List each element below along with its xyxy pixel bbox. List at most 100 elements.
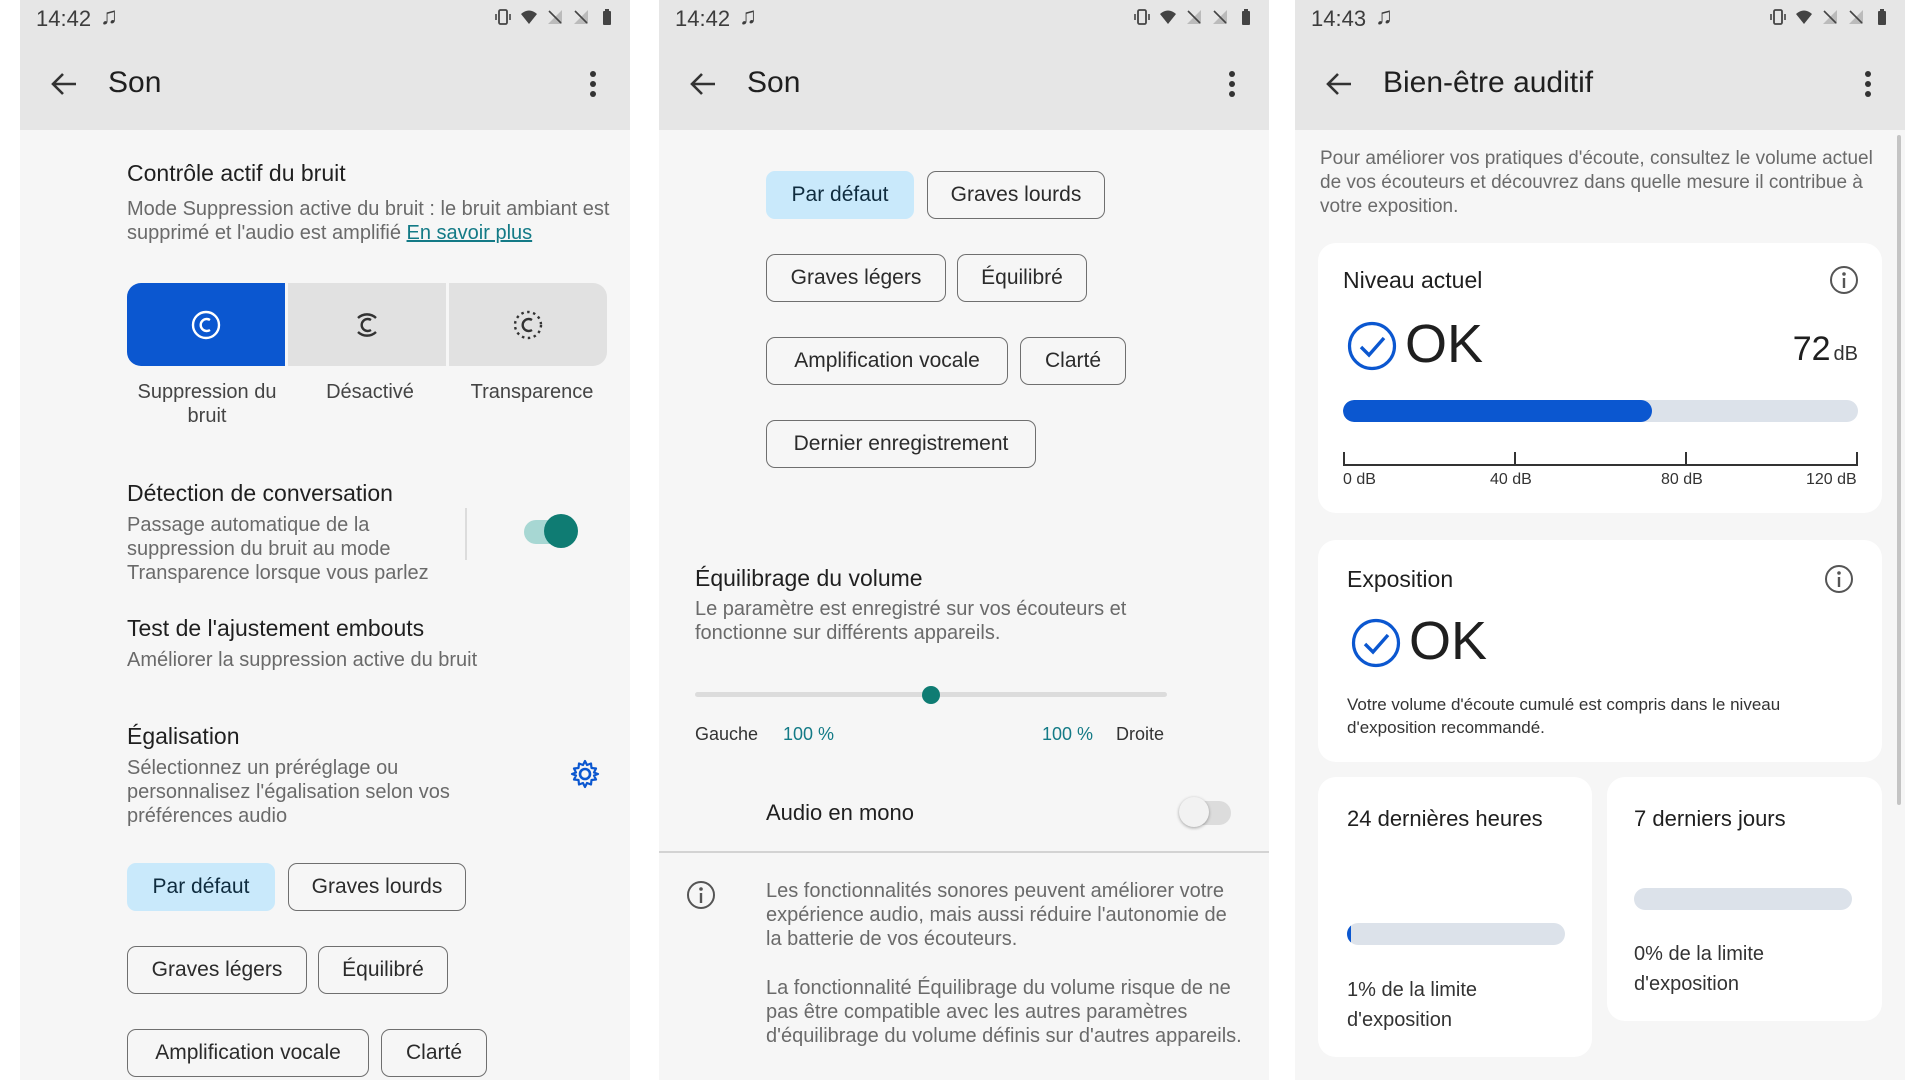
wifi-icon (1159, 8, 1177, 26)
exposure-title: Exposition (1347, 566, 1454, 592)
panel-sound-settings: 14:42 ♫ Son Contrôle actif du bruit Mode… (20, 0, 630, 1080)
no-signal-icon (1847, 8, 1865, 26)
status-bar: 14:42 ♫ (659, 0, 1269, 38)
toggle-knob (544, 514, 578, 548)
level-scale-label: 80 dB (1661, 471, 1703, 488)
music-note-icon: ♫ (100, 3, 118, 30)
eq-chip-light-bass[interactable]: Graves légers (766, 254, 946, 302)
scrollbar[interactable] (1897, 135, 1901, 805)
mode-off-button[interactable] (288, 283, 446, 366)
battery-icon (1237, 8, 1255, 26)
status-time: 14:42 (36, 6, 92, 31)
mode-label-transparency: Transparence (470, 381, 594, 403)
back-arrow-icon[interactable] (46, 66, 82, 102)
mode-noise-cancel-button[interactable] (127, 283, 285, 366)
equalizer-description: Sélectionnez un préréglage ou personnali… (127, 757, 450, 827)
balance-left-label: Gauche (695, 724, 759, 744)
vibrate-icon (494, 8, 512, 26)
status-time: 14:42 (675, 6, 731, 31)
wifi-icon (1795, 8, 1813, 26)
exposure-status: OK (1409, 611, 1488, 671)
current-level-title: Niveau actuel (1343, 267, 1483, 293)
info-text-compatibility: La fonctionnalité Équilibrage du volume … (766, 977, 1242, 1047)
info-text-battery: Les fonctionnalités sonores peuvent amél… (766, 880, 1227, 950)
no-signal-icon (546, 8, 564, 26)
anc-off-icon (357, 312, 377, 337)
no-signal-icon (572, 8, 590, 26)
mono-audio-label: Audio en mono (766, 800, 914, 825)
last-24h-card: 24 dernières heures 1% de la limite d'ex… (1318, 777, 1592, 1057)
panel-hearing-wellbeing: 14:43 ♫ Bien-être auditif Pour améliorer… (1295, 0, 1905, 1080)
conversation-detection-toggle[interactable] (524, 514, 578, 548)
mono-audio-toggle[interactable] (1179, 797, 1231, 827)
balance-right-label: Droite (1116, 724, 1165, 744)
balance-right-value: 100 % (1042, 724, 1094, 744)
balance-slider-thumb[interactable] (922, 686, 940, 704)
anc-description: Mode Suppression active du bruit : le br… (127, 198, 610, 244)
app-bar: Bien-être auditif (1295, 38, 1905, 130)
more-options-icon[interactable] (1217, 66, 1247, 102)
vertical-divider (465, 508, 467, 560)
back-arrow-icon[interactable] (685, 66, 721, 102)
exposure-description: Votre volume d'écoute cumulé est compris… (1347, 695, 1781, 737)
battery-icon (1873, 8, 1891, 26)
eq-chip-last-saved[interactable]: Dernier enregistrement (766, 420, 1036, 468)
last-7-days-card: 7 derniers jours 0% de la limite d'expos… (1607, 777, 1882, 1021)
conversation-detection-description: Passage automatique de la suppression du… (127, 514, 429, 584)
battery-icon (598, 8, 616, 26)
eq-chip-clarity[interactable]: Clarté (381, 1029, 487, 1077)
last-24h-bar (1347, 923, 1565, 945)
eq-chip-heavy-bass[interactable]: Graves lourds (288, 863, 466, 911)
current-level-bar (1343, 400, 1858, 422)
status-time: 14:43 (1311, 6, 1367, 31)
info-icon[interactable] (1828, 264, 1860, 296)
music-note-icon: ♫ (1375, 3, 1393, 30)
more-options-icon[interactable] (1853, 66, 1883, 102)
level-scale-tick (1856, 452, 1858, 466)
level-scale-tick (1343, 452, 1345, 466)
fit-test-title[interactable]: Test de l'ajustement embouts (127, 615, 424, 642)
eq-chip-default[interactable]: Par défaut (127, 863, 275, 911)
last-24h-value: 1% de la limite d'exposition (1347, 979, 1478, 1031)
intro-text: Pour améliorer vos pratiques d'écoute, c… (1320, 148, 1873, 217)
eq-chip-heavy-bass[interactable]: Graves lourds (927, 171, 1105, 219)
wifi-icon (520, 8, 538, 26)
equalizer-title: Égalisation (127, 723, 240, 749)
eq-chip-default[interactable]: Par défaut (766, 171, 914, 219)
status-bar: 14:43 ♫ (1295, 0, 1905, 38)
conversation-detection-title: Détection de conversation (127, 480, 393, 506)
no-signal-icon (1821, 8, 1839, 26)
gear-icon[interactable] (569, 758, 601, 790)
current-level-unit: dB (1833, 343, 1858, 365)
app-bar: Son (20, 38, 630, 130)
current-level-card: Niveau actuel OK 72 dB 0 dB 40 dB 80 dB … (1318, 243, 1882, 513)
level-scale-tick (1685, 452, 1687, 466)
fit-test-description: Améliorer la suppression active du bruit (127, 649, 478, 671)
level-scale-tick (1514, 452, 1516, 466)
eq-chip-light-bass[interactable]: Graves légers (127, 946, 307, 994)
current-level-value: 72 (1792, 330, 1831, 368)
info-icon[interactable] (1823, 563, 1855, 595)
volume-balance-description: Le paramètre est enregistré sur vos écou… (695, 598, 1127, 644)
page-title: Son (747, 66, 801, 99)
learn-more-link[interactable]: En savoir plus (407, 222, 533, 244)
mode-transparency-button[interactable] (449, 283, 607, 366)
current-level-bar-fill (1343, 400, 1652, 422)
more-options-icon[interactable] (578, 66, 608, 102)
level-scale-label: 0 dB (1343, 471, 1376, 488)
eq-chip-vocal-boost[interactable]: Amplification vocale (127, 1029, 369, 1077)
level-scale-label: 120 dB (1806, 471, 1857, 488)
page-title: Bien-être auditif (1383, 66, 1594, 99)
anc-title: Contrôle actif du bruit (127, 160, 346, 186)
mode-label-off: Désactivé (326, 381, 414, 403)
eq-chip-balanced[interactable]: Équilibré (318, 946, 448, 994)
eq-chip-clarity[interactable]: Clarté (1020, 337, 1126, 385)
eq-chip-vocal-boost[interactable]: Amplification vocale (766, 337, 1008, 385)
back-arrow-icon[interactable] (1321, 66, 1357, 102)
eq-chip-balanced[interactable]: Équilibré (957, 254, 1087, 302)
check-circle-icon (1351, 618, 1401, 668)
page-title: Son (108, 66, 162, 99)
volume-balance-title: Équilibrage du volume (695, 565, 923, 591)
anc-mode-selector (127, 283, 607, 366)
no-signal-icon (1185, 8, 1203, 26)
